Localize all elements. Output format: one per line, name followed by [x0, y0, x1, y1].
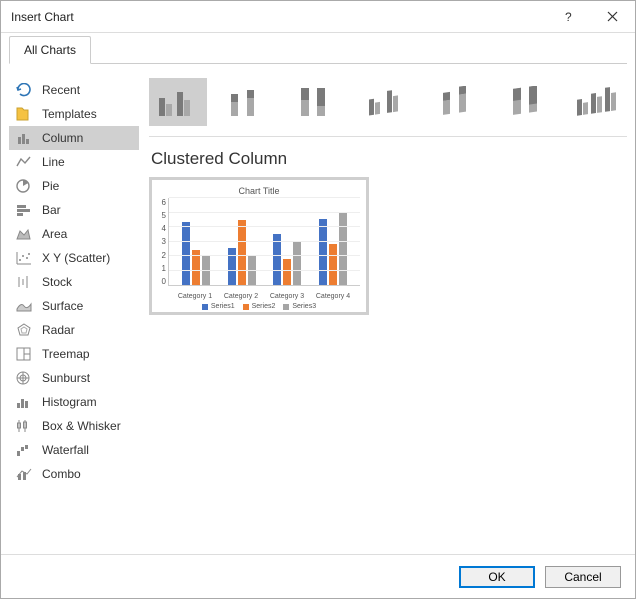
boxwhisker-icon: [15, 418, 33, 434]
titlebar: Insert Chart ?: [1, 1, 635, 33]
chart-type-sidebar: Recent Templates Column Line Pie Bar Are…: [9, 78, 139, 546]
plot-area: [168, 198, 360, 286]
sidebar-item-label: Area: [42, 227, 67, 241]
bar: [283, 259, 291, 285]
variant-3d-column[interactable]: [569, 78, 627, 126]
sidebar-item-label: Templates: [42, 107, 97, 121]
sidebar-item-waterfall[interactable]: Waterfall: [9, 438, 139, 462]
variant-clustered-column[interactable]: [149, 78, 207, 126]
bar: [319, 219, 327, 285]
variant-stacked-column[interactable]: [219, 78, 277, 126]
sidebar-item-label: Histogram: [42, 395, 97, 409]
y-axis: 6543210: [158, 198, 168, 286]
waterfall-icon: [15, 442, 33, 458]
dialog-footer: OK Cancel: [1, 554, 635, 598]
sidebar-item-histogram[interactable]: Histogram: [9, 390, 139, 414]
ok-button[interactable]: OK: [459, 566, 535, 588]
sidebar-item-column[interactable]: Column: [9, 126, 139, 150]
sidebar-item-boxwhisker[interactable]: Box & Whisker: [9, 414, 139, 438]
sidebar-item-templates[interactable]: Templates: [9, 102, 139, 126]
tab-strip: All Charts: [1, 33, 635, 63]
sidebar-item-label: X Y (Scatter): [42, 251, 110, 265]
bar: [238, 220, 246, 285]
sidebar-item-label: Line: [42, 155, 65, 169]
surface-icon: [15, 298, 33, 314]
help-button[interactable]: ?: [545, 1, 590, 33]
svg-text:?: ?: [565, 11, 572, 23]
bar: [228, 248, 236, 285]
sidebar-item-area[interactable]: Area: [9, 222, 139, 246]
radar-icon: [15, 322, 33, 338]
variant-name: Clustered Column: [151, 149, 627, 169]
sidebar-item-label: Radar: [42, 323, 75, 337]
x-axis: Category 1Category 2Category 3Category 4: [168, 291, 360, 300]
sunburst-icon: [15, 370, 33, 386]
variant-3d-clustered-column[interactable]: [359, 78, 417, 126]
area-icon: [15, 226, 33, 242]
pie-icon: [15, 178, 33, 194]
dialog-title: Insert Chart: [11, 10, 74, 24]
chart-title: Chart Title: [158, 186, 360, 196]
sidebar-item-label: Sunburst: [42, 371, 90, 385]
sidebar-item-line[interactable]: Line: [9, 150, 139, 174]
category-group: [177, 222, 215, 285]
sidebar-item-stock[interactable]: Stock: [9, 270, 139, 294]
treemap-icon: [15, 346, 33, 362]
close-button[interactable]: [590, 1, 635, 33]
sidebar-item-label: Waterfall: [42, 443, 89, 457]
insert-chart-dialog: Insert Chart ? All Charts Recent Templat…: [0, 0, 636, 599]
chart-area: 6543210: [158, 198, 360, 291]
bar: [293, 241, 301, 285]
sidebar-item-label: Treemap: [42, 347, 90, 361]
variant-100-stacked-column[interactable]: [289, 78, 347, 126]
sidebar-item-sunburst[interactable]: Sunburst: [9, 366, 139, 390]
recent-icon: [15, 82, 33, 98]
sidebar-item-combo[interactable]: Combo: [9, 462, 139, 486]
column-variants: [149, 78, 627, 137]
category-group: [314, 212, 352, 285]
bar: [329, 244, 337, 285]
bar: [182, 222, 190, 285]
variant-3d-stacked-column[interactable]: [429, 78, 487, 126]
sidebar-item-label: Bar: [42, 203, 61, 217]
sidebar-item-radar[interactable]: Radar: [9, 318, 139, 342]
bar-icon: [15, 202, 33, 218]
sidebar-item-recent[interactable]: Recent: [9, 78, 139, 102]
stock-icon: [15, 274, 33, 290]
sidebar-item-scatter[interactable]: X Y (Scatter): [9, 246, 139, 270]
sidebar-item-label: Combo: [42, 467, 81, 481]
main-panel: Clustered Column Chart Title 6543210 Cat…: [149, 78, 627, 546]
sidebar-item-label: Column: [42, 131, 83, 145]
category-group: [223, 220, 261, 285]
chart-preview[interactable]: Chart Title 6543210 Category 1Category 2…: [149, 177, 369, 315]
sidebar-item-surface[interactable]: Surface: [9, 294, 139, 318]
window-controls: ?: [545, 1, 635, 33]
sidebar-item-pie[interactable]: Pie: [9, 174, 139, 198]
scatter-icon: [15, 250, 33, 266]
legend: Series1Series2Series3: [158, 303, 360, 310]
bar: [339, 212, 347, 285]
combo-icon: [15, 466, 33, 482]
templates-icon: [15, 106, 33, 122]
sidebar-item-label: Surface: [42, 299, 83, 313]
sidebar-item-label: Recent: [42, 83, 80, 97]
dialog-content: Recent Templates Column Line Pie Bar Are…: [1, 64, 635, 554]
sidebar-item-treemap[interactable]: Treemap: [9, 342, 139, 366]
sidebar-item-label: Pie: [42, 179, 59, 193]
cancel-button[interactable]: Cancel: [545, 566, 621, 588]
variant-3d-100-stacked-column[interactable]: [499, 78, 557, 126]
histogram-icon: [15, 394, 33, 410]
column-icon: [15, 130, 33, 146]
sidebar-item-bar[interactable]: Bar: [9, 198, 139, 222]
sidebar-item-label: Box & Whisker: [42, 419, 121, 433]
tab-all-charts[interactable]: All Charts: [9, 36, 91, 64]
line-icon: [15, 154, 33, 170]
sidebar-item-label: Stock: [42, 275, 72, 289]
